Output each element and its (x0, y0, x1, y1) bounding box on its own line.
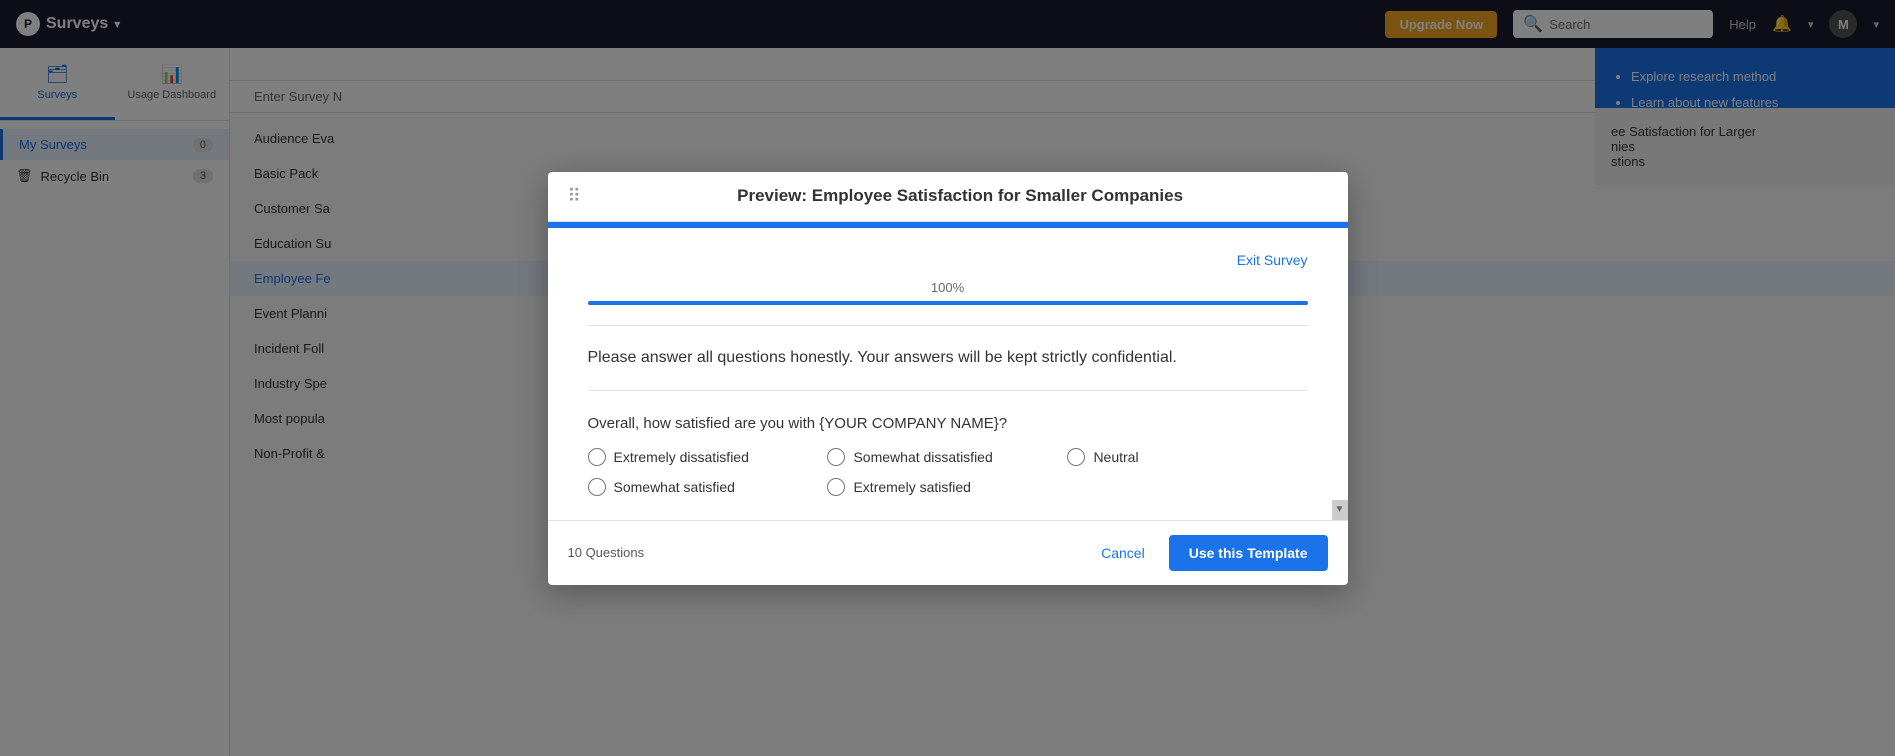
survey-radio-3[interactable] (588, 478, 606, 496)
survey-option-3[interactable]: Somewhat satisfied (588, 478, 828, 496)
survey-option-1[interactable]: Somewhat dissatisfied (827, 448, 1067, 466)
survey-option-0[interactable]: Extremely dissatisfied (588, 448, 828, 466)
survey-divider (588, 325, 1308, 326)
survey-radio-4[interactable] (827, 478, 845, 496)
survey-progress-label: 100% (588, 280, 1308, 295)
survey-intro-text: Please answer all questions honestly. Yo… (588, 346, 1308, 370)
cancel-button[interactable]: Cancel (1089, 537, 1157, 569)
survey-inner-bar (588, 301, 1308, 305)
survey-content[interactable]: Exit Survey 100% Please answer all quest… (548, 228, 1348, 520)
survey-option-label-0: Extremely dissatisfied (614, 449, 749, 465)
survey-option-label-1: Somewhat dissatisfied (853, 449, 992, 465)
survey-option-label-3: Somewhat satisfied (614, 479, 735, 495)
survey-option-2[interactable]: Neutral (1067, 448, 1307, 466)
survey-radio-1[interactable] (827, 448, 845, 466)
survey-inner-bar-fill (588, 301, 1308, 305)
exit-survey-link[interactable]: Exit Survey (588, 252, 1308, 268)
survey-question: Overall, how satisfied are you with {YOU… (588, 415, 1308, 496)
modal-footer-actions: Cancel Use this Template (1089, 535, 1327, 571)
survey-radio-2[interactable] (1067, 448, 1085, 466)
survey-options: Extremely dissatisfied Somewhat dissatis… (588, 448, 1308, 496)
questions-count: 10 Questions (568, 545, 645, 560)
modal: ⠿ Preview: Employee Satisfaction for Sma… (548, 172, 1348, 585)
survey-inner-progress-section: 100% (588, 280, 1308, 305)
survey-question-text: Overall, how satisfied are you with {YOU… (588, 415, 1308, 432)
survey-radio-0[interactable] (588, 448, 606, 466)
survey-option-4[interactable]: Extremely satisfied (827, 478, 1067, 496)
survey-option-label-4: Extremely satisfied (853, 479, 970, 495)
modal-overlay[interactable]: ⠿ Preview: Employee Satisfaction for Sma… (0, 0, 1895, 756)
survey-divider-2 (588, 390, 1308, 391)
modal-footer: 10 Questions Cancel Use this Template (548, 520, 1348, 585)
modal-header: ⠿ Preview: Employee Satisfaction for Sma… (548, 172, 1348, 222)
use-template-button[interactable]: Use this Template (1169, 535, 1328, 571)
drag-handle-icon[interactable]: ⠿ (568, 186, 581, 207)
modal-title: Preview: Employee Satisfaction for Small… (593, 186, 1328, 206)
survey-option-label-2: Neutral (1093, 449, 1138, 465)
modal-body: Exit Survey 100% Please answer all quest… (548, 222, 1348, 520)
